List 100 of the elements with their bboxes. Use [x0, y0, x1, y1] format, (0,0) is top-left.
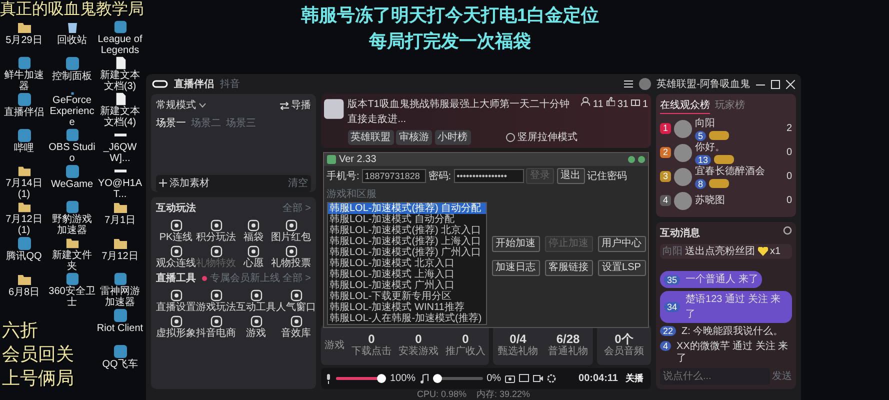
- server-item[interactable]: 韩服LOL-加速模式(推荐) 北京入口: [328, 224, 486, 236]
- icon-label[interactable]: 野豹游戏加速器: [48, 214, 96, 236]
- app-icon[interactable]: [112, 272, 128, 286]
- folder-icon[interactable]: [112, 236, 128, 251]
- slider-track[interactable]: [336, 374, 386, 384]
- menu-icon[interactable]: [624, 80, 633, 88]
- feature-icon[interactable]: [247, 244, 260, 258]
- icon-label[interactable]: 360安全卫士: [48, 286, 96, 308]
- tool-icon[interactable]: [210, 288, 222, 302]
- feature-label[interactable]: 心愿: [244, 258, 264, 268]
- mode-dropdown[interactable]: 常规模式: [156, 98, 196, 113]
- stream-tag[interactable]: 小时榜: [434, 130, 471, 144]
- camera-icon[interactable]: [505, 374, 516, 384]
- icon-label[interactable]: 腾讯QQ: [6, 251, 42, 262]
- app-icon[interactable]: [64, 128, 80, 142]
- login-button[interactable]: 退出: [556, 168, 585, 184]
- icon-label[interactable]: 哔哩: [14, 143, 34, 154]
- music-note-icon[interactable]: [420, 374, 429, 384]
- scene-tab[interactable]: 场景一: [156, 116, 186, 130]
- icon-label[interactable]: 新建文件夹: [48, 250, 96, 272]
- app-icon[interactable]: [112, 344, 128, 359]
- radio-label[interactable]: 竖屏拉伸模式: [517, 130, 578, 144]
- app-icon[interactable]: [112, 20, 128, 34]
- icon-label[interactable]: 鲜牛加速器: [0, 70, 48, 92]
- feature-icon[interactable]: [247, 218, 260, 232]
- server-item[interactable]: 韩服LOL-加速模式 WIN11推荐: [328, 302, 486, 312]
- screen-icon[interactable]: [519, 374, 530, 384]
- feature-label[interactable]: PK连线: [159, 232, 193, 242]
- server-item[interactable]: 韩服LOL-加速模式 北京入口: [328, 258, 486, 268]
- feature-icon-dimmed[interactable]: [210, 244, 222, 258]
- director-button[interactable]: 导播: [291, 98, 311, 113]
- feature-label[interactable]: 积分玩法: [196, 232, 236, 242]
- icon-label[interactable]: 新建文本文档(4): [96, 106, 144, 128]
- tool-label[interactable]: 互动工具: [236, 302, 276, 312]
- icon-label[interactable]: WeGame: [50, 179, 94, 190]
- clear-button[interactable]: 清空: [288, 176, 308, 190]
- icon-label[interactable]: 直播伴侣: [4, 107, 44, 118]
- feature-label[interactable]: 观众连线: [156, 258, 196, 268]
- icon-label[interactable]: 新建文本文档(3): [96, 70, 144, 92]
- server-item[interactable]: 韩服LOL-加速模式 上海入口: [328, 268, 486, 280]
- icon-label[interactable]: OBS Studio: [48, 142, 96, 164]
- icon-label[interactable]: YO@H1AT...: [96, 178, 144, 200]
- app-icon[interactable]: [16, 128, 32, 143]
- caret-icon[interactable]: [198, 103, 206, 108]
- server-item[interactable]: 韩服LOL-加速模式(推荐) 自动分配: [328, 202, 486, 214]
- feature-icon[interactable]: [210, 218, 222, 232]
- plus-icon[interactable]: [159, 179, 167, 187]
- ranking-tab[interactable]: 在线观众榜: [660, 98, 710, 114]
- maximize-icon[interactable]: [771, 80, 780, 88]
- icon-label[interactable]: 7月1日: [104, 215, 136, 226]
- tool-label[interactable]: 游戏: [246, 328, 266, 338]
- icon-label[interactable]: _J6QWW]...: [96, 142, 144, 164]
- feature-label[interactable]: 图片红包: [271, 232, 311, 242]
- action-button[interactable]: 用户中心: [598, 236, 646, 252]
- icon-label[interactable]: League of Legends: [96, 34, 144, 56]
- slider-handle[interactable]: [377, 374, 386, 384]
- app-icon[interactable]: [16, 92, 32, 107]
- app-icon[interactable]: [112, 308, 128, 323]
- action-button[interactable]: 加速日志: [492, 260, 540, 276]
- radio-button[interactable]: [506, 132, 515, 142]
- viewer-name[interactable]: 苏晓图: [695, 193, 784, 208]
- tool-label[interactable]: 音效库: [281, 328, 311, 338]
- microphone-icon[interactable]: [325, 374, 332, 384]
- feature-label[interactable]: 礼物投票: [271, 258, 311, 268]
- icon-label[interactable]: 控制面板: [52, 71, 92, 82]
- tool-label[interactable]: 人气窗口: [276, 302, 316, 312]
- app-icon[interactable]: [64, 200, 80, 214]
- phone-field[interactable]: 18879731828: [362, 169, 426, 183]
- app-icon[interactable]: [64, 56, 80, 71]
- folder-icon[interactable]: [16, 272, 32, 287]
- tool-icon[interactable]: [170, 314, 182, 328]
- icon-label[interactable]: 7月12日: [102, 251, 138, 262]
- tool-icon[interactable]: [250, 288, 262, 302]
- chat-input[interactable]: 说点什么...: [660, 368, 770, 385]
- viewer-name[interactable]: 向阳: [695, 116, 784, 131]
- feature-label[interactable]: 福袋: [244, 232, 264, 242]
- stream-tag[interactable]: 审核游: [396, 130, 432, 144]
- folder-icon[interactable]: [16, 200, 32, 214]
- app-icon[interactable]: [16, 236, 32, 251]
- server-item[interactable]: 韩服LOL-下载更新专用分区: [328, 290, 486, 302]
- remember-label[interactable]: 记住密码: [587, 168, 628, 184]
- icon-label[interactable]: 6月8日: [8, 287, 40, 298]
- tool-icon[interactable]: [290, 314, 302, 328]
- folder-icon[interactable]: [64, 236, 80, 250]
- server-item[interactable]: 韩服LOL-加速模式(推荐) 上海入口: [328, 236, 486, 246]
- video-icon[interactable]: [533, 374, 544, 384]
- ranking-tab[interactable]: 玩家榜: [715, 98, 745, 114]
- password-field[interactable]: ••••••••••••••••: [454, 169, 524, 183]
- action-button[interactable]: 设置LSP: [598, 260, 646, 276]
- tool-icon[interactable]: [290, 288, 302, 302]
- end-live-button[interactable]: 关播: [622, 370, 647, 386]
- icon-label[interactable]: QQ飞车: [102, 359, 138, 370]
- folder-icon[interactable]: [112, 200, 128, 215]
- icon-label[interactable]: 5月29日: [6, 35, 42, 46]
- slider-track[interactable]: [432, 374, 483, 384]
- icon-label[interactable]: GeForce Experience: [48, 95, 96, 128]
- tool-label[interactable]: 直播设置: [156, 302, 196, 312]
- icon-label[interactable]: 雷神网游加速器: [96, 286, 144, 308]
- folder-icon[interactable]: [16, 164, 32, 178]
- viewer-name[interactable]: 宜春长德醉酒会: [695, 164, 784, 179]
